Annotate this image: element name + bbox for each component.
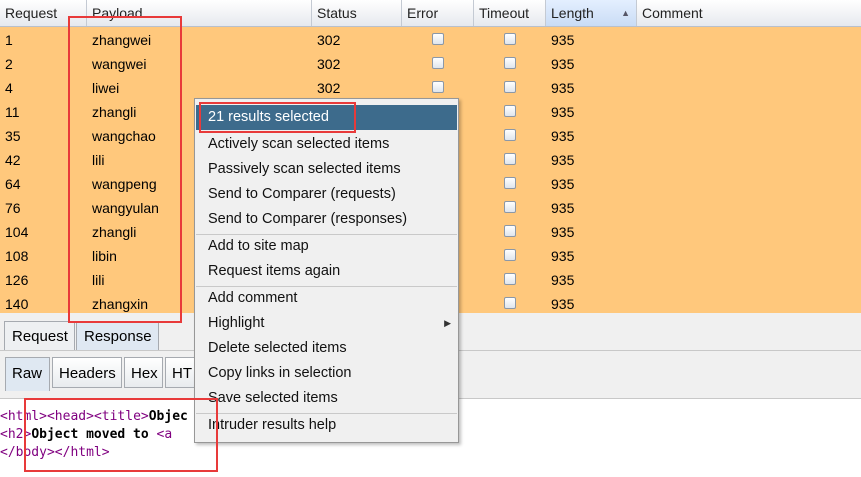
cell-length: 935	[551, 296, 575, 312]
html-close-tag: </html>	[54, 445, 110, 460]
menu-item-save-selected[interactable]: Save selected items	[196, 386, 457, 411]
cell-length: 935	[551, 176, 575, 192]
cell-request: 11	[5, 104, 20, 120]
chevron-right-icon: ▶	[444, 318, 451, 328]
menu-item-highlight[interactable]: Highlight ▶	[196, 311, 457, 336]
title-open-tag: <title>	[93, 409, 149, 424]
tab-headers[interactable]: Headers	[52, 357, 122, 388]
timeout-checkbox[interactable]	[504, 249, 516, 261]
code-line: </body></html>	[0, 444, 110, 462]
menu-item-results-selected[interactable]: 21 results selected	[196, 105, 457, 130]
cell-length: 935	[551, 104, 575, 120]
cell-request: 4	[5, 80, 13, 96]
column-header-request[interactable]: Request	[0, 0, 87, 26]
cell-request: 35	[5, 128, 21, 144]
cell-length: 935	[551, 224, 575, 240]
context-menu: 21 results selected Actively scan select…	[194, 98, 459, 443]
sort-ascending-icon: ▲	[621, 8, 630, 18]
menu-item-passively-scan[interactable]: Passively scan selected items	[196, 157, 457, 182]
head-open-tag: <head>	[46, 409, 94, 424]
cell-length: 935	[551, 200, 575, 216]
cell-status: 302	[317, 32, 341, 48]
h2-open-tag: <h2>	[0, 427, 32, 442]
column-header-error[interactable]: Error	[402, 0, 474, 26]
cell-payload: liwei	[92, 80, 120, 96]
column-header-length-label: Length	[551, 5, 594, 21]
cell-length: 935	[551, 248, 575, 264]
cell-status: 302	[317, 56, 341, 72]
menu-item-delete-selected[interactable]: Delete selected items	[196, 336, 457, 361]
column-header-payload[interactable]: Payload	[87, 0, 312, 26]
cell-request: 64	[5, 176, 21, 192]
cell-payload: wangwei	[92, 56, 147, 72]
cell-request: 108	[5, 248, 29, 264]
table-header: Request Payload Status Error Timeout Len…	[0, 0, 861, 27]
menu-item-intruder-help[interactable]: Intruder results help	[196, 413, 457, 438]
code-line: <h2>Object moved to <a	[0, 426, 172, 444]
timeout-checkbox[interactable]	[504, 225, 516, 237]
cell-status: 302	[317, 80, 341, 96]
error-checkbox[interactable]	[432, 33, 444, 45]
cell-length: 935	[551, 56, 575, 72]
timeout-checkbox[interactable]	[504, 297, 516, 309]
cell-length: 935	[551, 32, 575, 48]
table-row[interactable]: 4 liwei 302 935	[0, 76, 861, 100]
cell-payload: zhangwei	[92, 32, 152, 48]
cell-length: 935	[551, 80, 575, 96]
table-row[interactable]: 1 zhangwei 302 935	[0, 28, 861, 52]
cell-request: 1	[5, 32, 13, 48]
tab-request[interactable]: Request	[4, 321, 75, 350]
cell-request: 126	[5, 272, 29, 288]
timeout-checkbox[interactable]	[504, 105, 516, 117]
cell-request: 42	[5, 152, 21, 168]
tab-hex[interactable]: Hex	[124, 357, 163, 388]
timeout-checkbox[interactable]	[504, 129, 516, 141]
timeout-checkbox[interactable]	[504, 81, 516, 93]
timeout-checkbox[interactable]	[504, 57, 516, 69]
h2-text: Object moved to	[31, 427, 157, 442]
cell-length: 935	[551, 272, 575, 288]
error-checkbox[interactable]	[432, 57, 444, 69]
timeout-checkbox[interactable]	[504, 201, 516, 213]
timeout-checkbox[interactable]	[504, 177, 516, 189]
anchor-open-tag: <a	[156, 427, 173, 442]
tab-response[interactable]: Response	[76, 321, 159, 350]
timeout-checkbox[interactable]	[504, 33, 516, 45]
html-open-tag: <html>	[0, 409, 47, 424]
tab-raw[interactable]: Raw	[5, 357, 50, 391]
column-header-length[interactable]: Length ▲	[546, 0, 637, 26]
menu-item-send-to-comparer-requests[interactable]: Send to Comparer (requests)	[196, 182, 457, 207]
cell-request: 76	[5, 200, 21, 216]
cell-request: 104	[5, 224, 29, 240]
cell-length: 935	[551, 128, 575, 144]
cell-request: 140	[5, 296, 29, 312]
column-header-comment[interactable]: Comment	[637, 0, 861, 26]
menu-item-highlight-label: Highlight	[208, 315, 265, 331]
menu-item-request-items-again[interactable]: Request items again	[196, 259, 457, 284]
cell-request: 2	[5, 56, 13, 72]
menu-item-add-comment[interactable]: Add comment	[196, 286, 457, 311]
menu-item-copy-links[interactable]: Copy links in selection	[196, 361, 457, 386]
title-text: Objec	[148, 409, 188, 424]
cell-length: 935	[551, 152, 575, 168]
timeout-checkbox[interactable]	[504, 153, 516, 165]
timeout-checkbox[interactable]	[504, 273, 516, 285]
menu-item-add-to-site-map[interactable]: Add to site map	[196, 234, 457, 259]
menu-item-actively-scan[interactable]: Actively scan selected items	[196, 132, 457, 157]
body-close-tag: </body>	[0, 445, 55, 460]
code-line: <html><head><title>Objec	[0, 408, 188, 426]
column-header-status[interactable]: Status	[312, 0, 402, 26]
column-header-timeout[interactable]: Timeout	[474, 0, 546, 26]
table-row[interactable]: 2 wangwei 302 935	[0, 52, 861, 76]
menu-item-send-to-comparer-responses[interactable]: Send to Comparer (responses)	[196, 207, 457, 232]
error-checkbox[interactable]	[432, 81, 444, 93]
